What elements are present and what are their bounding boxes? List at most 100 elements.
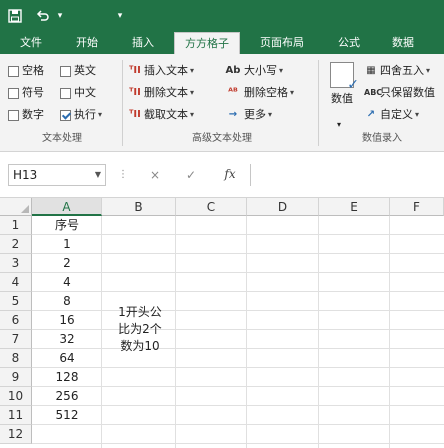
custom-label: 自定义 xyxy=(380,108,413,121)
chevron-down-icon: ▾ xyxy=(268,110,273,119)
tab-page-layout[interactable]: 页面布局 xyxy=(250,32,314,54)
worksheet-grid[interactable]: ABCDEF 1 2 3 4 5 6 7 8 9 10 11 12 序号 1 2 4 8 16 32 64 128 25… xyxy=(0,198,444,448)
row-header-6[interactable]: 6 xyxy=(0,311,32,330)
chevron-down-icon: ▾ xyxy=(98,110,103,119)
tab-fangfanggezi[interactable]: 方方格子 xyxy=(174,32,240,54)
number-checkbox[interactable]: 数字 xyxy=(8,106,44,124)
ribbon-tabs: 文件 开始 插入 方方格子 页面布局 公式 数据 xyxy=(0,32,444,54)
extract-text-button[interactable]: ᵀII 截取文本 ▾ xyxy=(128,106,194,124)
undo-dropdown-icon[interactable]: ▾ xyxy=(54,6,66,26)
delete-space-icon: ᴬᴮ xyxy=(228,87,238,98)
group-separator xyxy=(122,60,123,146)
chinese-label: 中文 xyxy=(74,86,96,99)
cell-a6[interactable]: 16 xyxy=(32,311,102,330)
column-header-e[interactable]: E xyxy=(319,198,390,216)
row-header-4[interactable]: 4 xyxy=(0,273,32,292)
undo-icon[interactable] xyxy=(34,6,52,26)
cell-a8[interactable]: 64 xyxy=(32,349,102,368)
column-header-b[interactable]: B xyxy=(102,198,176,216)
chevron-down-icon: ▾ xyxy=(190,88,195,97)
value-icon xyxy=(330,62,359,93)
cancel-icon[interactable]: × xyxy=(146,166,164,184)
column-header-c[interactable]: C xyxy=(176,198,247,216)
case-icon: Ab xyxy=(225,65,241,76)
note-line-2: 比为2个 xyxy=(118,322,162,336)
case-button[interactable]: Ab 大小写 ▾ xyxy=(224,62,283,80)
checkbox-checked-icon xyxy=(60,109,71,121)
delete-space-button[interactable]: ᴬᴮ 删除空格 ▾ xyxy=(224,84,294,102)
symbol-checkbox[interactable]: 符号 xyxy=(8,84,44,102)
chevron-down-icon: ▾ xyxy=(279,66,284,75)
name-box[interactable]: H13 ▼ xyxy=(8,164,106,186)
confirm-icon[interactable]: ✓ xyxy=(182,166,200,184)
insert-text-label: 插入文本 xyxy=(144,64,188,77)
tab-file[interactable]: 文件 xyxy=(8,32,54,54)
title-bar: ▾ ▾ xyxy=(0,0,444,32)
column-gridline xyxy=(246,216,247,448)
extract-text-label: 截取文本 xyxy=(144,108,188,121)
cell-a4[interactable]: 4 xyxy=(32,273,102,292)
cell-a11[interactable]: 512 xyxy=(32,406,102,425)
row-header-7[interactable]: 7 xyxy=(0,330,32,349)
keep-value-label: 只保留数值 xyxy=(380,86,435,99)
round-button[interactable]: ▦ 四舍五入 ▾ xyxy=(364,62,430,80)
column-gridline xyxy=(389,216,390,448)
cell-a5[interactable]: 8 xyxy=(32,292,102,311)
custom-button[interactable]: ↗ 自定义 ▾ xyxy=(364,106,419,124)
formula-bar-grip-icon: ⋮ xyxy=(118,169,128,180)
tab-formulas[interactable]: 公式 xyxy=(326,32,372,54)
keep-value-button[interactable]: ABC 只保留数值 xyxy=(364,84,435,102)
insert-function-icon[interactable]: fx xyxy=(220,165,240,183)
row-header-9[interactable]: 9 xyxy=(0,368,32,387)
cell-a12[interactable] xyxy=(32,425,102,444)
formula-input[interactable] xyxy=(250,164,444,186)
checkbox-icon xyxy=(60,65,71,77)
column-header-d[interactable]: D xyxy=(247,198,319,216)
save-icon[interactable] xyxy=(6,6,24,26)
space-checkbox[interactable]: 空格 xyxy=(8,62,44,80)
chevron-down-icon: ▾ xyxy=(415,110,420,119)
round-icon: ▦ xyxy=(366,65,376,76)
select-all-button[interactable] xyxy=(0,198,32,216)
row-header-1[interactable]: 1 xyxy=(0,216,32,235)
delete-text-label: 删除文本 xyxy=(144,86,188,99)
row-header-3[interactable]: 3 xyxy=(0,254,32,273)
tab-data[interactable]: 数据 xyxy=(380,32,426,54)
ribbon-panel: 空格 英文 符号 中文 数字 执行 ▾ 文本处理 ᵀII 插入文本 ▾ ᵀII 删除文本… xyxy=(0,54,444,152)
column-header-a[interactable]: A xyxy=(32,198,102,216)
english-label: 英文 xyxy=(74,64,96,77)
chevron-down-icon: ▾ xyxy=(290,88,295,97)
cell-a10[interactable]: 256 xyxy=(32,387,102,406)
row-header-2[interactable]: 2 xyxy=(0,235,32,254)
column-header-f[interactable]: F xyxy=(390,198,444,216)
cell-a3[interactable]: 2 xyxy=(32,254,102,273)
insert-text-button[interactable]: ᵀII 插入文本 ▾ xyxy=(128,62,194,80)
number-group-label: 数值录入 xyxy=(362,133,402,144)
cell-a9[interactable]: 128 xyxy=(32,368,102,387)
row-header-5[interactable]: 5 xyxy=(0,292,32,311)
arrow-right-icon: → xyxy=(228,109,238,120)
checkbox-icon xyxy=(60,87,71,99)
cell-a2[interactable]: 1 xyxy=(32,235,102,254)
delete-text-button[interactable]: ᵀII 删除文本 ▾ xyxy=(128,84,194,102)
column-gridline xyxy=(318,216,319,448)
row-header-11[interactable]: 11 xyxy=(0,406,32,425)
chinese-checkbox[interactable]: 中文 xyxy=(60,84,96,102)
more-button[interactable]: → 更多 ▾ xyxy=(224,106,272,124)
cell-a1[interactable]: 序号 xyxy=(32,216,102,235)
cell-a7[interactable]: 32 xyxy=(32,330,102,349)
customize-toolbar-icon[interactable]: ▾ xyxy=(114,6,126,26)
english-checkbox[interactable]: 英文 xyxy=(60,62,96,80)
chevron-down-icon: ▾ xyxy=(426,66,431,75)
column-gridline xyxy=(175,216,176,448)
tab-home[interactable]: 开始 xyxy=(64,32,110,54)
keep-value-icon: ABC xyxy=(364,88,383,97)
checkbox-icon xyxy=(8,65,19,77)
row-header-10[interactable]: 10 xyxy=(0,387,32,406)
execute-button[interactable]: 执行 ▾ xyxy=(60,106,102,124)
tab-insert[interactable]: 插入 xyxy=(120,32,166,54)
note-text[interactable]: 1开头公 比为2个 数为10 xyxy=(105,304,175,355)
value-button[interactable]: 数值 xyxy=(325,62,359,114)
row-header-8[interactable]: 8 xyxy=(0,349,32,368)
row-header-12[interactable]: 12 xyxy=(0,425,32,444)
